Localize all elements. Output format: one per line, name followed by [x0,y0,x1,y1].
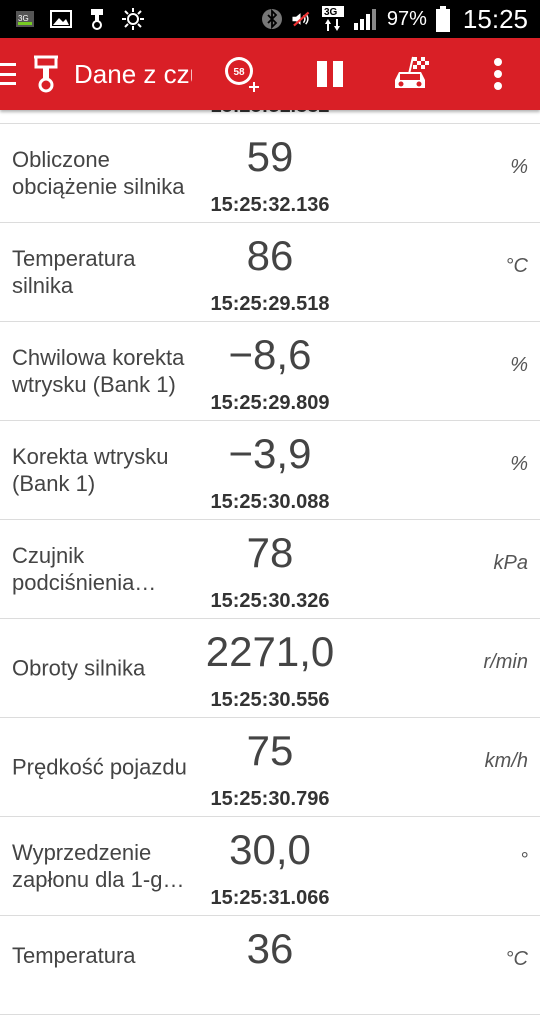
app-bar: Dane z czujników 58 [0,38,540,110]
sensor-value: 2271,0 [205,628,335,675]
sensor-timestamp: 15:25:29.809 [210,392,330,414]
sensor-label: Korekta wtrysku (Bank 1) [12,444,169,496]
sensor-row[interactable]: Korekta wtrysku (Bank 1) −3,9 15:25:30.0… [0,421,540,520]
sensor-row[interactable]: Chwilowa korekta wtrysku (Bank 1) −8,6 1… [0,322,540,421]
sensor-label: Obliczone obciążenie silnika [12,147,185,199]
add-gauge-icon: 58 [225,57,259,92]
sensor-row[interactable]: Temperatura 36 °C [0,916,540,1015]
sensor-unit: % [510,354,528,376]
svg-text:3G: 3G [324,7,338,18]
piston-icon [32,53,60,95]
sensor-unit: °C [505,255,528,277]
sensor-value: 75 [246,727,294,774]
sensor-unit: % [510,156,528,178]
race-mode-button[interactable] [382,38,442,110]
sensor-row[interactable]: Prędkość pojazdu 75 15:25:30.796 km/h [0,718,540,817]
sensor-value: 36 [246,925,294,972]
sensor-unit: r/min [483,651,528,673]
sensor-label: Temperatura silnika [12,246,136,298]
svg-text:3G: 3G [18,14,29,23]
menu-icon[interactable] [0,63,18,85]
sensor-timestamp: 15:25:31.066 [210,887,330,909]
sensor-row[interactable]: Wyprzedzenie zapłonu dla 1-g… 30,0 15:25… [0,817,540,916]
sensor-timestamp: 15:25:30.088 [210,491,330,513]
sensor-label: Temperatura [12,943,136,968]
svg-text:58: 58 [233,67,245,78]
add-gauge-button[interactable]: 58 [212,38,272,110]
pause-button[interactable] [300,38,360,110]
sensor-value: −8,6 [228,331,312,378]
sensor-value: 59 [246,133,294,180]
sensor-unit: km/h [484,750,528,772]
sensor-row[interactable]: Obliczone obciążenie silnika 59 15:25:32… [0,124,540,223]
sensor-label: Wyprzedzenie zapłonu dla 1-g… [12,840,185,892]
sensor-label: Prędkość pojazdu [12,754,187,780]
car-race-icon [395,56,429,88]
sensor-value: 30,0 [229,826,311,873]
sensor-value: 78 [246,529,294,576]
sensor-unit: % [510,453,528,475]
sensor-label: Obroty silnika [12,655,146,681]
sensor-unit: kPa [493,552,528,574]
app-title: Dane z czujników [74,58,192,89]
sensor-row[interactable]: Temperatura silnika 86 15:25:29.518 °C [0,223,540,322]
sensor-row[interactable]: Obroty silnika 2271,0 15:25:30.556 r/min [0,619,540,718]
sensor-timestamp: 15:25:32.136 [210,194,330,216]
more-button[interactable] [468,38,528,110]
more-icon [494,58,502,90]
sensor-unit: ° [520,849,528,871]
sensor-row[interactable]: Czujnik podciśnienia… 78 15:25:30.326 kP… [0,520,540,619]
sensor-timestamp: 15:25:30.796 [210,788,330,810]
sensor-timestamp: 15:25:30.326 [210,590,330,612]
sensor-timestamp: 15:25:30.556 [210,689,330,711]
sensor-value: −3,9 [228,430,312,477]
pause-icon [317,61,343,87]
sensor-label: Chwilowa korekta wtrysku (Bank 1) [12,345,185,397]
sensor-label: Czujnik podciśnienia… [12,543,157,595]
sensor-timestamp: 15:25:29.518 [210,293,330,315]
sensor-value: 86 [246,232,294,279]
